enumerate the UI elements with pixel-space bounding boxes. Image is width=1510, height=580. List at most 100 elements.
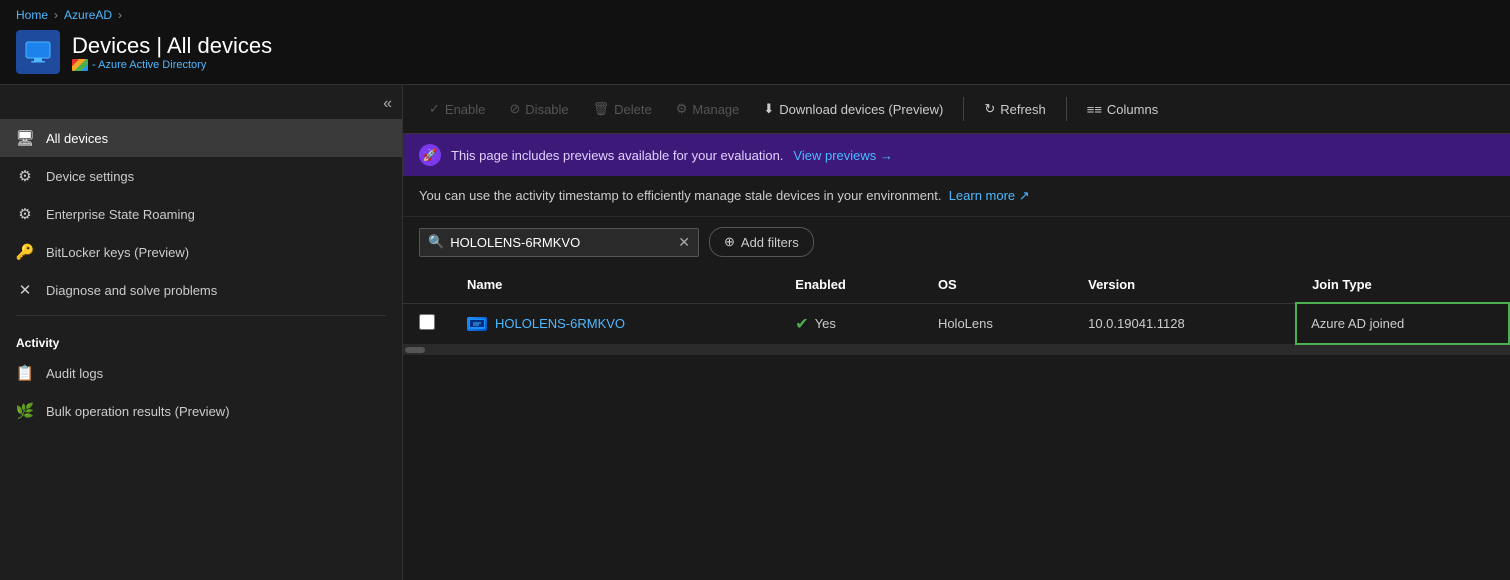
- columns-label: Columns: [1107, 102, 1158, 117]
- enabled-cell: ✔ Yes: [779, 303, 922, 344]
- toolbar-separator-2: [1066, 97, 1067, 121]
- sidebar-item-label: Audit logs: [46, 366, 103, 381]
- columns-button[interactable]: ≡≡ Columns: [1077, 96, 1168, 123]
- sidebar-item-bitlocker[interactable]: 🔑 BitLocker keys (Preview): [0, 233, 402, 271]
- clear-search-button[interactable]: ✕: [678, 234, 690, 251]
- checkbox-column-header: [403, 267, 451, 303]
- subtitle-text: - Azure Active Directory: [92, 59, 206, 71]
- disable-label: Disable: [525, 102, 568, 117]
- os-column-header[interactable]: OS: [922, 267, 1072, 303]
- search-icon: 🔍: [428, 234, 444, 250]
- add-filters-button[interactable]: ⊕ Add filters: [709, 227, 814, 257]
- enabled-value: Yes: [815, 316, 836, 331]
- devices-icon: 🖥: [16, 129, 34, 147]
- toolbar: ✓ Enable ⊘ Disable 🗑 Delete ⚙ Manage ⬇ D…: [403, 85, 1510, 134]
- refresh-button[interactable]: ↻ Refresh: [974, 95, 1055, 123]
- rocket-icon: 🚀: [419, 144, 441, 166]
- delete-button[interactable]: 🗑 Delete: [583, 95, 662, 123]
- version-value: 10.0.19041.1128: [1088, 316, 1185, 331]
- sidebar-item-label: Bulk operation results (Preview): [46, 404, 230, 419]
- org-icon: [72, 59, 88, 71]
- enabled-column-header[interactable]: Enabled: [779, 267, 922, 303]
- download-button[interactable]: ⬇ Download devices (Preview): [753, 95, 953, 123]
- table-row: HOLOLENS-6RMKVO ✔ Yes HoloLens: [403, 303, 1509, 344]
- enterprise-icon: ⚙: [16, 205, 34, 223]
- version-cell: 10.0.19041.1128: [1072, 303, 1296, 344]
- main-layout: « 🖥 All devices ⚙ Device settings ⚙ Ente…: [0, 85, 1510, 580]
- breadcrumb-azuread[interactable]: AzureAD: [64, 8, 112, 22]
- scroll-thumb: [405, 347, 425, 353]
- activity-section-label: Activity: [0, 322, 402, 354]
- join-type-cell: Azure AD joined: [1296, 303, 1509, 344]
- header: Home › AzureAD › Devices | All devices -…: [0, 0, 1510, 85]
- breadcrumb: Home › AzureAD ›: [16, 8, 1494, 30]
- search-input[interactable]: [450, 235, 672, 250]
- add-filters-icon: ⊕: [724, 234, 735, 250]
- sidebar-item-label: Diagnose and solve problems: [46, 283, 217, 298]
- devices-table: Name Enabled OS Version Join Type: [403, 267, 1510, 345]
- toolbar-separator: [963, 97, 964, 121]
- join-type-value: Azure AD joined: [1311, 316, 1404, 331]
- sidebar-item-label: All devices: [46, 131, 108, 146]
- banner-text: This page includes previews available fo…: [451, 148, 783, 163]
- preview-banner: 🚀 This page includes previews available …: [403, 134, 1510, 176]
- sidebar: « 🖥 All devices ⚙ Device settings ⚙ Ente…: [0, 85, 403, 580]
- breadcrumb-home[interactable]: Home: [16, 8, 48, 22]
- sidebar-item-enterprise-state[interactable]: ⚙ Enterprise State Roaming: [0, 195, 402, 233]
- collapse-button[interactable]: «: [383, 95, 392, 113]
- enable-label: Enable: [445, 102, 485, 117]
- refresh-icon: ↻: [984, 101, 995, 117]
- sidebar-item-label: Device settings: [46, 169, 134, 184]
- join-type-column-header[interactable]: Join Type: [1296, 267, 1509, 303]
- collapse-section: «: [0, 89, 402, 119]
- download-label: Download devices (Preview): [779, 102, 943, 117]
- view-previews-link[interactable]: View previews →: [793, 148, 892, 163]
- manage-button[interactable]: ⚙ Manage: [666, 95, 750, 123]
- row-checkbox-cell: [403, 303, 451, 344]
- os-value: HoloLens: [938, 316, 993, 331]
- columns-icon: ≡≡: [1087, 102, 1102, 117]
- info-text: You can use the activity timestamp to ef…: [419, 188, 941, 203]
- sidebar-item-bulk-ops[interactable]: 🌿 Bulk operation results (Preview): [0, 392, 402, 430]
- delete-icon: 🗑: [593, 101, 610, 117]
- delete-label: Delete: [614, 102, 652, 117]
- table-header-row: Name Enabled OS Version Join Type: [403, 267, 1509, 303]
- search-box: 🔍 ✕: [419, 228, 699, 257]
- horizontal-scrollbar[interactable]: [403, 345, 1510, 355]
- sidebar-item-diagnose[interactable]: ✕ Diagnose and solve problems: [0, 271, 402, 309]
- device-name-cell: HOLOLENS-6RMKVO: [451, 303, 779, 344]
- diagnose-icon: ✕: [16, 281, 34, 299]
- sidebar-item-device-settings[interactable]: ⚙ Device settings: [0, 157, 402, 195]
- disable-button[interactable]: ⊘ Disable: [499, 95, 578, 123]
- disable-icon: ⊘: [509, 101, 520, 117]
- sidebar-item-all-devices[interactable]: 🖥 All devices: [0, 119, 402, 157]
- version-column-header[interactable]: Version: [1072, 267, 1296, 303]
- row-checkbox[interactable]: [419, 314, 435, 330]
- device-icon: [467, 317, 487, 331]
- device-name-link[interactable]: HOLOLENS-6RMKVO: [495, 316, 625, 331]
- subtitle: - Azure Active Directory: [72, 59, 272, 71]
- search-row: 🔍 ✕ ⊕ Add filters: [403, 217, 1510, 267]
- manage-label: Manage: [692, 102, 739, 117]
- learn-more-link[interactable]: Learn more ↗: [949, 188, 1030, 203]
- sidebar-item-audit-logs[interactable]: 📋 Audit logs: [0, 354, 402, 392]
- main-content: ✓ Enable ⊘ Disable 🗑 Delete ⚙ Manage ⬇ D…: [403, 85, 1510, 580]
- add-filters-label: Add filters: [741, 235, 799, 250]
- name-column-header[interactable]: Name: [451, 267, 779, 303]
- download-icon: ⬇: [763, 101, 774, 117]
- sidebar-item-label: Enterprise State Roaming: [46, 207, 195, 222]
- settings-icon: ⚙: [16, 167, 34, 185]
- check-icon: ✓: [429, 101, 440, 117]
- title-text: Devices | All devices - Azure Active Dir…: [72, 33, 272, 71]
- refresh-label: Refresh: [1000, 102, 1046, 117]
- audit-icon: 📋: [16, 364, 34, 382]
- sidebar-item-label: BitLocker keys (Preview): [46, 245, 189, 260]
- page-title: Devices | All devices: [72, 33, 272, 59]
- bulk-icon: 🌿: [16, 402, 34, 420]
- enable-button[interactable]: ✓ Enable: [419, 95, 495, 123]
- sidebar-divider: [16, 315, 386, 316]
- info-message: You can use the activity timestamp to ef…: [403, 176, 1510, 217]
- manage-icon: ⚙: [676, 101, 688, 117]
- key-icon: 🔑: [16, 243, 34, 261]
- table-container: Name Enabled OS Version Join Type: [403, 267, 1510, 580]
